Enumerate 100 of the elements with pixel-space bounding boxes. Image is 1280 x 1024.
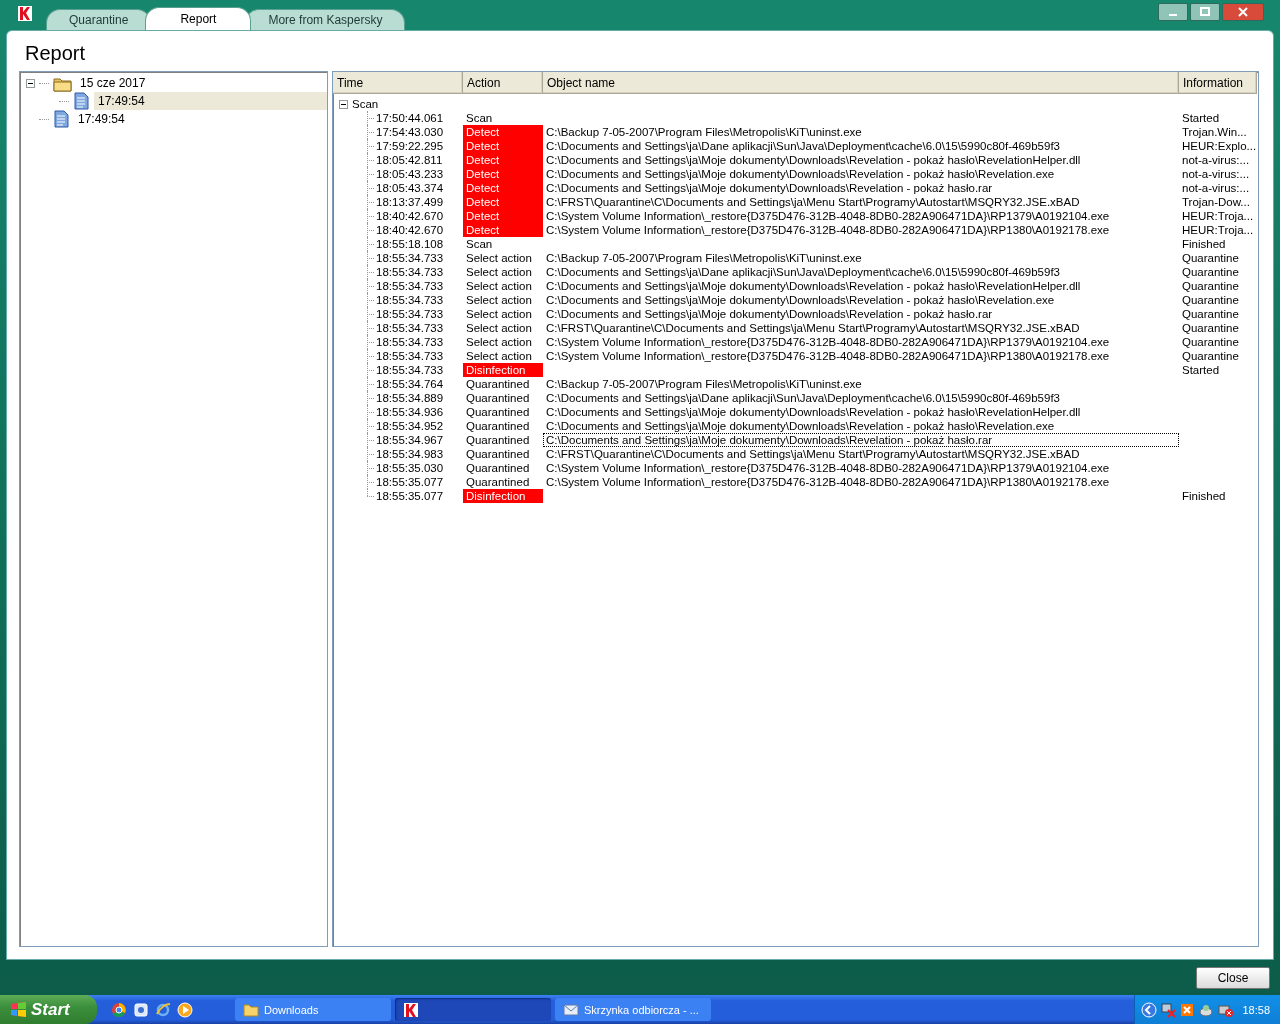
table-cell: Detect: [463, 153, 543, 167]
group-label: Scan: [352, 98, 379, 110]
table-cell-text: C:\Backup 7-05-2007\Program Files\Metropolis\KiT\uninst.exe: [545, 251, 863, 265]
table-cell-text: not-a-virus:...: [1181, 181, 1251, 195]
tree-item[interactable]: 17:49:54: [94, 92, 327, 110]
table-cell: 18:55:34.983: [333, 447, 463, 461]
taskbar-button[interactable]: Downloads: [235, 998, 391, 1021]
table-cell: Detect: [463, 139, 543, 153]
table-cell-text: Quarantine: [1181, 293, 1240, 307]
column-header[interactable]: Object name: [543, 72, 1179, 94]
table-cell: 18:40:42.670: [333, 209, 463, 223]
windows-logo-icon: [10, 1001, 27, 1018]
table-cell: 18:55:34.733: [333, 293, 463, 307]
table-cell-text: not-a-virus:...: [1181, 167, 1251, 181]
table-cell: 17:50:44.061: [333, 111, 463, 125]
table-cell: 18:55:35.077: [333, 475, 463, 489]
table-cell-text: HEUR:Explo...: [1181, 139, 1257, 153]
tab[interactable]: Report: [145, 7, 252, 30]
table-cell: Detect: [463, 209, 543, 223]
table-row[interactable]: 18:55:34.733 Disinfection Started: [333, 363, 1257, 377]
table-row[interactable]: 18:55:18.108 Scan Finished: [333, 237, 1257, 251]
tree-item[interactable]: 17:49:54: [74, 110, 327, 128]
clock: 18:58: [1242, 1003, 1270, 1016]
table-cell: 18:55:34.733: [333, 349, 463, 363]
column-header[interactable]: Time: [333, 72, 463, 94]
table-cell-text: Quarantine: [1181, 279, 1240, 293]
table-cell-text: Select action: [465, 251, 533, 265]
table-cell: 18:40:42.670: [333, 223, 463, 237]
start-button[interactable]: Start: [0, 995, 97, 1024]
table-cell-text: Quarantined: [465, 377, 531, 391]
table-cell-text: Quarantined: [465, 475, 531, 489]
table-cell: 18:05:43.233: [333, 167, 463, 181]
table-cell: 18:55:34.733: [333, 321, 463, 335]
table-cell: 18:55:35.077: [333, 489, 463, 503]
table-cell-text: Started: [1181, 111, 1221, 125]
table-cell: C:\Documents and Settings\ja\Moje dokumenty\Downloads\Revelation - pokaż hasło.rar: [543, 433, 1179, 447]
table-row[interactable]: 18:55:35.077 Disinfection Finished: [333, 489, 1257, 503]
table-cell-text: C:\FRST\Quarantine\C\Documents and Settings\ja\Menu Start\Programy\Autostart\MSQRY32.JSE.xBAD: [545, 321, 1081, 335]
document-icon: [73, 92, 90, 110]
table-cell-text: C:\FRST\Quarantine\C\Documents and Settings\ja\Menu Start\Programy\Autostart\MSQRY32.JSE.xBAD: [545, 447, 1081, 461]
table-cell-text: HEUR:Troja...: [1181, 223, 1255, 237]
table-cell-text: C:\Documents and Settings\ja\Moje dokumenty\Downloads\Revelation - pokaż hasło\Revelation.exe: [545, 167, 1056, 181]
chevron-icon[interactable]: [1141, 1001, 1158, 1018]
play-icon[interactable]: [177, 1001, 193, 1018]
table-cell-text: Select action: [465, 307, 533, 321]
table-cell-text: C:\Backup 7-05-2007\Program Files\Metropolis\KiT\uninst.exe: [545, 125, 863, 139]
table-cell-text: C:\System Volume Information\_restore{D375D476-312B-4048-8DB0-282A906471DA}\RP1379\A0192104.exe: [545, 335, 1111, 349]
table-cell-text: Select action: [465, 293, 533, 307]
minimize-icon[interactable]: [1158, 3, 1188, 21]
taskbar-button[interactable]: [395, 998, 551, 1021]
column-header[interactable]: Information: [1179, 72, 1257, 94]
browser-icon[interactable]: [111, 1001, 127, 1018]
table-cell-text: Quarantine: [1181, 321, 1240, 335]
table-cell-text: Quarantined: [465, 433, 531, 447]
table-cell-text: Quarantine: [1181, 335, 1240, 349]
table-cell-text: C:\Documents and Settings\ja\Moje dokumenty\Downloads\Revelation - pokaż hasło\Revelation.exe: [545, 293, 1056, 307]
folder-icon: [243, 1001, 259, 1018]
table-cell-text: Quarantined: [465, 419, 531, 433]
close-icon[interactable]: [1222, 3, 1264, 21]
table-cell: 17:54:43.030: [333, 125, 463, 139]
table-cell: 18:55:34.967: [333, 433, 463, 447]
table-cell: 18:05:42.811: [333, 153, 463, 167]
globe-icon[interactable]: [155, 1001, 171, 1018]
table-cell: Detect: [463, 125, 543, 139]
table-cell-text: Quarantine: [1181, 349, 1240, 363]
network-icon[interactable]: [1160, 1001, 1177, 1018]
table-cell-text: Quarantined: [465, 447, 531, 461]
table-cell-text: Quarantined: [465, 405, 531, 419]
table-cell: 18:55:18.108: [333, 237, 463, 251]
table-cell-text: C:\Documents and Settings\ja\Moje dokumenty\Downloads\Revelation - pokaż hasło.rar: [545, 181, 994, 195]
tree-item[interactable]: 15 cze 2017: [76, 74, 327, 92]
table-cell: Detect: [463, 223, 543, 237]
table-cell-text: C:\System Volume Information\_restore{D375D476-312B-4048-8DB0-282A906471DA}\RP1379\A0192104.exe: [545, 461, 1111, 475]
close-button[interactable]: Close: [1196, 966, 1270, 989]
collapse-icon[interactable]: [339, 99, 348, 109]
table-cell-text: C:\Documents and Settings\ja\Moje dokumenty\Downloads\Revelation - pokaż hasło\RevelationHelper.dll: [545, 153, 1082, 167]
table-row[interactable]: 17:50:44.061 Scan Started: [333, 111, 1257, 125]
table-cell: 18:55:34.733: [333, 251, 463, 265]
collapse-icon[interactable]: [26, 78, 35, 88]
column-header[interactable]: Action: [463, 72, 543, 94]
table-cell-text: C:\System Volume Information\_restore{D375D476-312B-4048-8DB0-282A906471DA}\RP1380\A0192178.exe: [545, 223, 1111, 237]
taskbar-button[interactable]: Skrzynka odbiorcza - ...: [555, 998, 711, 1021]
table-cell-text: HEUR:Troja...: [1181, 209, 1255, 223]
table-cell-text: C:\Documents and Settings\ja\Dane aplikacji\Sun\Java\Deployment\cache\6.0\15\5990c80f-469b59f3: [545, 265, 1061, 279]
table-cell-text: C:\Documents and Settings\ja\Dane aplikacji\Sun\Java\Deployment\cache\6.0\15\5990c80f-469b59f3: [545, 139, 1061, 153]
table-cell: 18:55:34.733: [333, 363, 463, 377]
table-cell-text: C:\Backup 7-05-2007\Program Files\Metropolis\KiT\uninst.exe: [545, 377, 863, 391]
table-cell-text: Select action: [465, 279, 533, 293]
table-cell: Disinfection: [463, 489, 543, 503]
table-cell-text: Select action: [465, 349, 533, 363]
table-cell: 18:55:34.889: [333, 391, 463, 405]
table-cell-text: Select action: [465, 265, 533, 279]
table-cell-text: C:\System Volume Information\_restore{D375D476-312B-4048-8DB0-282A906471DA}\RP1380\A0192178.exe: [545, 349, 1111, 363]
table-cell: 18:55:34.733: [333, 335, 463, 349]
table-cell-text: Quarantine: [1181, 251, 1240, 265]
table-cell-text: Trojan-Dow...: [1181, 195, 1251, 209]
table-cell-text: Select action: [465, 335, 533, 349]
table-cell-text: Quarantine: [1181, 307, 1240, 321]
maximize-icon[interactable]: [1190, 3, 1220, 21]
table-cell-text: Quarantined: [465, 461, 531, 475]
